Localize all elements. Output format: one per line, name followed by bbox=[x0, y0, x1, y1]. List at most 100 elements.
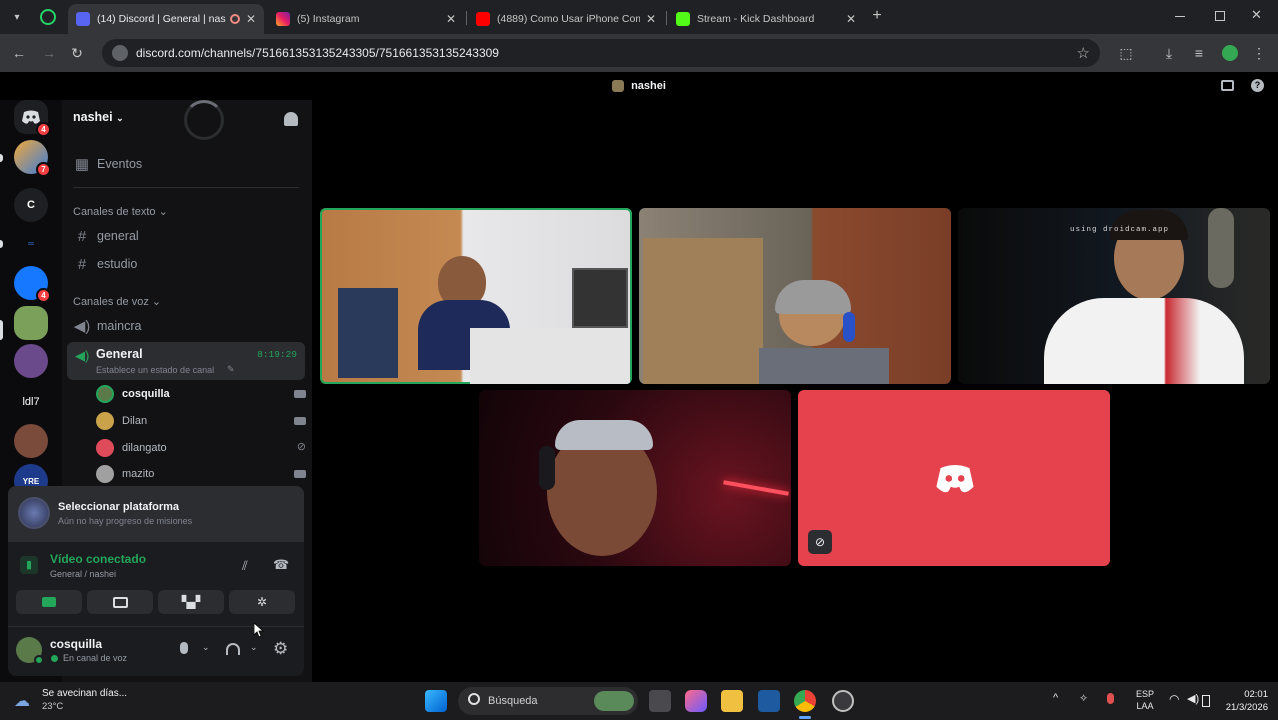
language-indicator[interactable]: ESP LAA bbox=[1131, 688, 1159, 712]
server-header[interactable]: nashei ⌄ bbox=[73, 110, 124, 124]
server-icon[interactable] bbox=[14, 344, 48, 378]
channel-estudio[interactable]: # estudio bbox=[73, 252, 305, 276]
invite-icon[interactable] bbox=[284, 112, 298, 126]
weather-text: Se avecinan días... bbox=[42, 688, 128, 699]
browser-tab-strip: ▾ (14) Discord | General | nashei ✕ (5) … bbox=[0, 0, 1278, 34]
windows-start-icon[interactable] bbox=[425, 690, 447, 712]
voice-location[interactable]: General / nashei bbox=[50, 569, 116, 579]
channel-label: general bbox=[97, 229, 139, 243]
weather-widget[interactable]: ☁ Se avecinan días... 23°C bbox=[14, 687, 154, 715]
video-tile[interactable] bbox=[479, 390, 791, 566]
tab-kick[interactable]: Stream - Kick Dashboard ✕ bbox=[668, 4, 864, 34]
obs-icon[interactable] bbox=[832, 690, 854, 712]
server-icon[interactable] bbox=[14, 306, 48, 340]
server-icon[interactable]: C bbox=[14, 188, 48, 222]
network-tray-icon[interactable]: ⟡ bbox=[1080, 692, 1087, 705]
tab-discord[interactable]: (14) Discord | General | nashei ✕ bbox=[68, 4, 264, 34]
activities-button[interactable]: ▚▞ bbox=[158, 590, 224, 614]
browser-menu-icon[interactable]: ⋮ bbox=[1250, 44, 1268, 62]
profile-avatar[interactable] bbox=[1222, 45, 1238, 61]
screen-share-button[interactable] bbox=[87, 590, 153, 614]
muted-mic-icon: ⊘ bbox=[808, 530, 832, 554]
video-tile[interactable]: using droidcam.app bbox=[958, 208, 1270, 384]
video-tile[interactable] bbox=[639, 208, 951, 384]
quest-panel[interactable]: Seleccionar plataforma Aún no hay progre… bbox=[8, 486, 304, 542]
voice-member[interactable]: cosquilla bbox=[96, 383, 306, 405]
voice-channel-maincra[interactable]: ◀) maincra bbox=[73, 314, 305, 338]
terminal-icon[interactable] bbox=[758, 690, 780, 712]
pencil-icon: ✎ bbox=[227, 364, 235, 374]
minimize-button[interactable] bbox=[1175, 16, 1185, 17]
close-tab-icon[interactable]: ✕ bbox=[646, 12, 656, 26]
back-icon[interactable]: ← bbox=[10, 44, 28, 62]
server-icon[interactable]: ═ bbox=[14, 226, 48, 260]
copilot-icon[interactable] bbox=[685, 690, 707, 712]
text-category[interactable]: Canales de texto ⌄ bbox=[73, 205, 168, 218]
microphone bbox=[1208, 208, 1234, 288]
video-tile[interactable] bbox=[320, 208, 632, 384]
download-icon[interactable]: ⤓ bbox=[1160, 44, 1178, 62]
chevron-down-icon[interactable]: ⌄ bbox=[250, 642, 258, 653]
signal-icon: ▮ bbox=[20, 556, 38, 574]
unread-pill bbox=[0, 240, 3, 248]
voice-member[interactable]: Dilan bbox=[96, 410, 306, 432]
server-icon[interactable]: 4 bbox=[14, 266, 51, 303]
bookmark-star-icon[interactable]: ☆ bbox=[1077, 44, 1090, 62]
close-window-button[interactable]: ✕ bbox=[1251, 7, 1265, 23]
video-tile-camera-off[interactable]: ⊘ bbox=[798, 390, 1110, 566]
task-view-icon[interactable] bbox=[649, 690, 671, 712]
voice-channel-general[interactable]: ◀) General 8:19:29 Establece un estado d… bbox=[67, 342, 305, 380]
soundboard-icon: ✲ bbox=[256, 595, 268, 609]
volume-icon[interactable]: ◀) bbox=[1187, 692, 1199, 705]
noise-suppression-icon[interactable]: ⫽ bbox=[242, 558, 248, 574]
tray-overflow-icon[interactable]: ^ bbox=[1053, 692, 1058, 704]
avatar bbox=[96, 385, 114, 403]
battery-icon[interactable] bbox=[1202, 695, 1210, 707]
voice-member[interactable]: mazito bbox=[96, 463, 306, 485]
tab-search-button[interactable]: ▾ bbox=[8, 8, 26, 26]
server-icon[interactable]: 7 bbox=[14, 140, 51, 177]
address-bar[interactable]: discord.com/channels/751661353135243305/… bbox=[102, 39, 1100, 67]
member-name: cosquilla bbox=[122, 388, 170, 400]
tab-youtube[interactable]: (4889) Como Usar iPhone Como... ✕ bbox=[468, 4, 664, 34]
reload-icon[interactable]: ↻ bbox=[68, 44, 86, 62]
direct-messages-button[interactable]: 4 bbox=[14, 100, 51, 137]
settings-gear-icon[interactable]: ⚙ bbox=[273, 639, 288, 659]
clock[interactable]: 02:01 21/3/2026 bbox=[1212, 688, 1268, 714]
chevron-down-icon[interactable]: ⌄ bbox=[202, 642, 210, 653]
voice-status[interactable]: Vídeo conectado bbox=[50, 552, 146, 566]
server-icon[interactable]: ldl7 bbox=[14, 385, 48, 419]
close-tab-icon[interactable]: ✕ bbox=[446, 12, 456, 26]
file-explorer-icon[interactable] bbox=[721, 690, 743, 712]
keyboard-layout: LAA bbox=[1136, 701, 1154, 711]
headphones-icon[interactable] bbox=[226, 643, 240, 655]
close-tab-icon[interactable]: ✕ bbox=[246, 12, 256, 26]
inbox-icon[interactable] bbox=[1221, 80, 1234, 91]
user-avatar[interactable] bbox=[16, 637, 44, 665]
voice-member[interactable]: dilangato ⊘ bbox=[96, 437, 306, 459]
taskbar-search[interactable]: Búsqueda bbox=[458, 687, 638, 715]
media-control-icon[interactable]: ≡ bbox=[1190, 44, 1208, 62]
channel-general[interactable]: # general bbox=[73, 224, 305, 248]
disconnect-icon[interactable]: ☎ bbox=[273, 557, 289, 573]
restore-button[interactable] bbox=[1215, 11, 1225, 21]
whatsapp-icon[interactable] bbox=[40, 9, 56, 25]
soundboard-button[interactable]: ✲ bbox=[229, 590, 295, 614]
forward-icon[interactable]: → bbox=[40, 44, 58, 62]
new-tab-button[interactable]: + bbox=[868, 7, 886, 25]
user-name[interactable]: cosquilla bbox=[50, 637, 102, 651]
wifi-icon[interactable]: ◠ bbox=[1169, 692, 1179, 706]
close-tab-icon[interactable]: ✕ bbox=[846, 12, 856, 26]
camera-button[interactable] bbox=[16, 590, 82, 614]
server-icon[interactable] bbox=[14, 424, 48, 458]
voice-category[interactable]: Canales de voz ⌄ bbox=[73, 295, 161, 308]
microphone-tray-icon[interactable] bbox=[1107, 693, 1114, 704]
chrome-icon[interactable] bbox=[794, 690, 816, 712]
tab-instagram[interactable]: (5) Instagram ✕ bbox=[268, 4, 464, 34]
site-info-icon[interactable] bbox=[112, 45, 128, 61]
extensions-icon[interactable]: ⬚ bbox=[1117, 44, 1135, 62]
events-link[interactable]: ▦ Eventos bbox=[73, 152, 305, 176]
help-icon[interactable]: ? bbox=[1251, 79, 1264, 92]
microphone-icon[interactable] bbox=[180, 642, 188, 654]
channel-status-hint[interactable]: Establece un estado de canal bbox=[96, 365, 214, 375]
